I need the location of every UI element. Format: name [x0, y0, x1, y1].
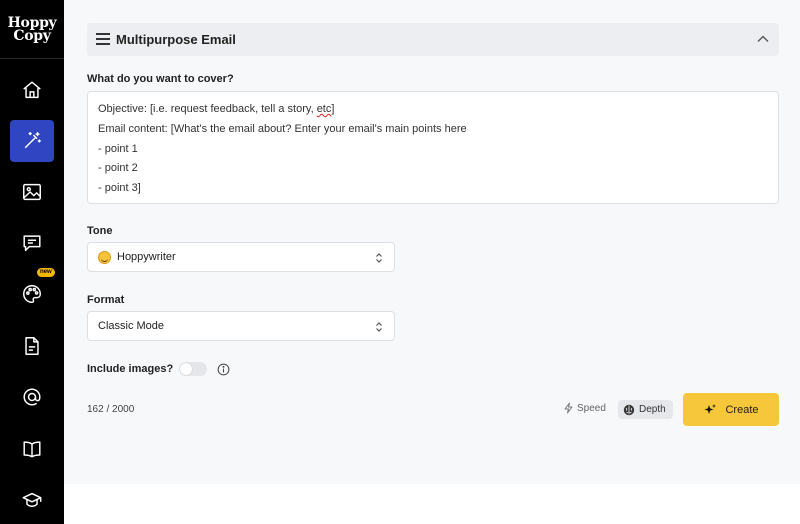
book-icon: [23, 441, 41, 458]
nav-magic[interactable]: [10, 120, 54, 162]
format-value: Classic Mode: [98, 320, 165, 332]
nav-academy[interactable]: [10, 479, 54, 521]
nav-documents[interactable]: [10, 325, 54, 367]
speed-label: Speed: [577, 402, 606, 414]
select-arrows-icon: [376, 253, 382, 263]
sparkles-icon: [704, 403, 717, 414]
graduation-cap-icon: [22, 492, 42, 507]
template-title: Multipurpose Email: [116, 32, 236, 47]
magic-wand-icon: [24, 132, 41, 149]
nav-home[interactable]: [10, 69, 54, 111]
logo[interactable]: Hoppy Copy: [0, 0, 64, 58]
textarea-line: - point 3]: [98, 182, 141, 195]
tone-select[interactable]: Hoppywriter: [87, 242, 395, 272]
nav-chat[interactable]: [10, 222, 54, 264]
textarea-line: - point 1: [98, 142, 138, 155]
menu-icon[interactable]: [96, 33, 110, 45]
cover-textarea[interactable]: Objective: [i.e. request feedback, tell …: [87, 91, 779, 204]
character-counter: 162 / 2000: [87, 404, 135, 415]
bottom-band: [64, 484, 800, 524]
logo-divider: [0, 58, 64, 59]
create-button[interactable]: Create: [683, 393, 779, 426]
tone-label: Tone: [87, 225, 113, 237]
speed-option[interactable]: Speed: [563, 402, 606, 414]
new-badge: new: [37, 268, 55, 277]
include-images-label: Include images?: [87, 363, 174, 375]
at-sign-icon: [23, 388, 41, 406]
logo-line-2: Copy: [13, 28, 51, 44]
format-label: Format: [87, 294, 125, 306]
toggle-knob: [180, 363, 192, 375]
sidebar: Hoppy Copy new: [0, 0, 64, 524]
select-arrows-icon: [376, 322, 382, 332]
textarea-line: Objective: [i.e. request feedback, tell …: [98, 103, 335, 115]
tone-value: Hoppywriter: [117, 251, 176, 263]
nav-email[interactable]: [10, 376, 54, 418]
create-label: Create: [725, 403, 759, 416]
brain-icon: [623, 404, 635, 415]
document-icon: [25, 337, 39, 355]
misspelled-word: etc: [316, 103, 332, 115]
include-images-toggle[interactable]: [179, 362, 207, 376]
home-icon: [23, 81, 41, 99]
textarea-line: Email content: [What's the email about? …: [98, 122, 467, 135]
depth-label: Depth: [639, 404, 666, 415]
chevron-up-icon[interactable]: [756, 33, 770, 45]
format-select[interactable]: Classic Mode: [87, 311, 395, 341]
depth-option[interactable]: Depth: [618, 400, 673, 419]
nav-images[interactable]: [10, 171, 54, 213]
nav-library[interactable]: [10, 428, 54, 470]
image-icon: [23, 183, 41, 201]
nav-palette[interactable]: new: [10, 268, 55, 315]
grinning-face-icon: [98, 250, 111, 264]
lightning-icon: [564, 402, 573, 414]
palette-icon: [23, 285, 41, 303]
textarea-line: - point 2: [98, 162, 138, 175]
cover-label: What do you want to cover?: [87, 73, 234, 85]
chat-icon: [23, 235, 41, 252]
main-content: Multipurpose Email What do you want to c…: [64, 0, 800, 484]
template-panel-header[interactable]: Multipurpose Email: [87, 23, 779, 56]
info-icon[interactable]: [217, 363, 230, 376]
